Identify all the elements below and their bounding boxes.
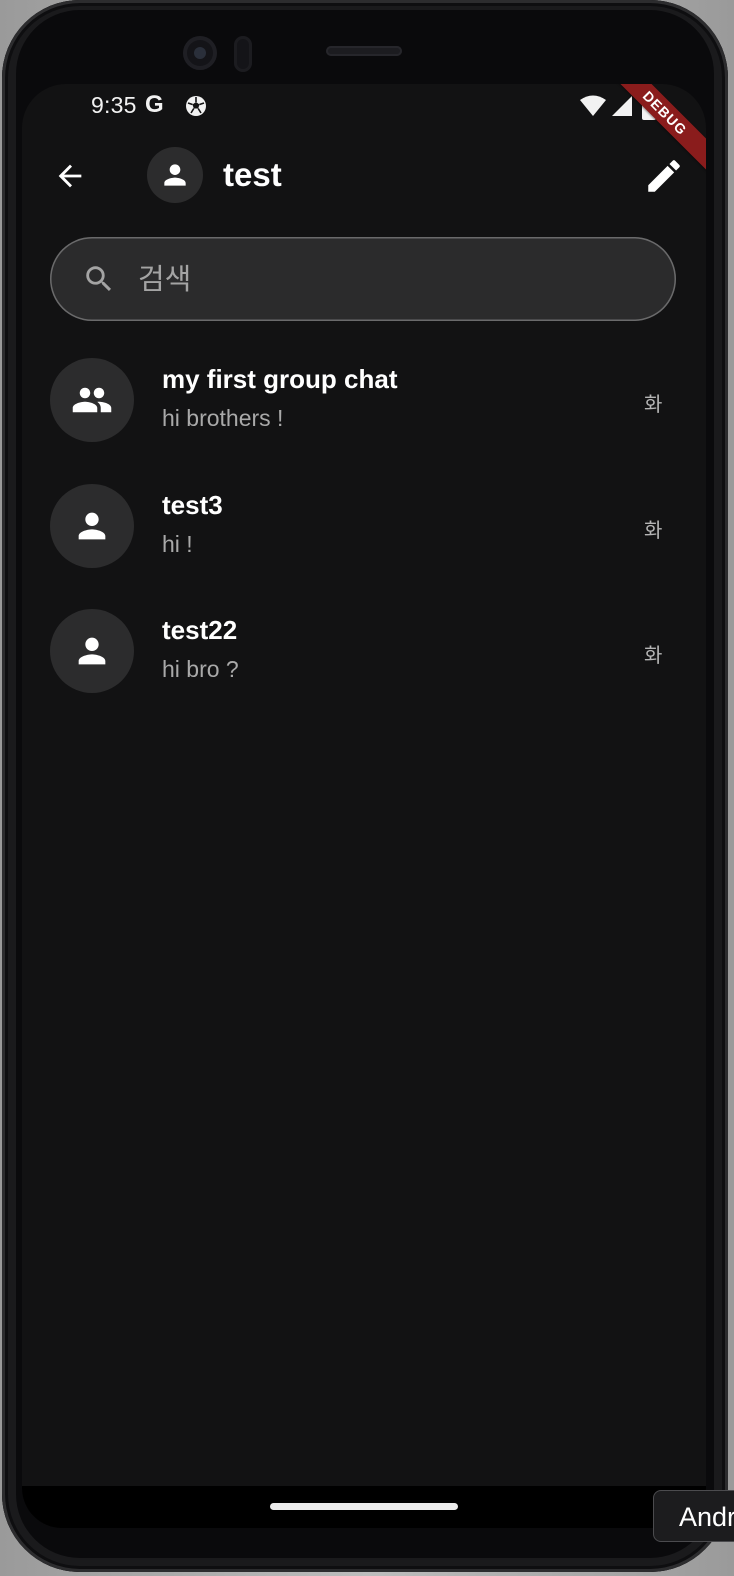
edit-button[interactable] [640, 152, 688, 200]
status-bar: 9:35 G DEBUG [22, 84, 706, 174]
signal-icon [612, 96, 632, 116]
chat-name: test22 [162, 615, 238, 645]
android-side-tab[interactable]: Android [653, 1490, 734, 1542]
search-bar[interactable] [50, 237, 676, 321]
chat-avatar [50, 609, 134, 693]
chat-last-message: hi bro ? [162, 656, 239, 682]
page-title: test [223, 156, 282, 193]
google-icon: G [145, 91, 164, 118]
chat-avatar [50, 483, 134, 568]
status-time: 9:35 [91, 92, 137, 118]
back-button[interactable] [48, 154, 92, 198]
chat-time: 화 [644, 517, 663, 542]
chat-name: my first group chat [162, 364, 398, 394]
earpiece-speaker [326, 46, 402, 56]
chat-avatar [50, 358, 134, 442]
back-arrow-icon [58, 164, 82, 188]
chat-list: my first group chat hi brothers ! 화 test… [22, 352, 706, 729]
search-icon [86, 266, 112, 292]
profile-avatar[interactable] [147, 147, 203, 203]
group-icon [72, 387, 112, 413]
soccer-ball-icon [186, 96, 206, 116]
wifi-icon [580, 95, 606, 116]
front-camera-icon [183, 36, 217, 70]
chat-list-item[interactable]: test3 hi ! 화 [22, 478, 706, 604]
proximity-sensor [234, 36, 252, 72]
person-icon [164, 164, 186, 186]
device-frame-background: 9:35 G DEBUG test 검색 my first group chat… [0, 0, 734, 1576]
home-indicator[interactable] [270, 1503, 458, 1510]
navigation-bar [22, 1486, 706, 1528]
chat-time: 화 [644, 643, 663, 667]
edit-pencil-icon [648, 160, 680, 192]
person-icon [78, 512, 106, 539]
chat-last-message: hi ! [162, 530, 193, 557]
chat-list-item[interactable]: my first group chat hi brothers ! 화 [22, 352, 706, 478]
chat-list-item[interactable]: test22 hi bro ? 화 [22, 603, 706, 729]
app-bar: test [22, 126, 706, 226]
chat-last-message: hi brothers ! [162, 405, 284, 431]
chat-time: 화 [644, 392, 663, 416]
chat-name: test3 [162, 489, 223, 520]
person-icon [78, 637, 106, 665]
search-input[interactable] [134, 237, 662, 321]
app-screen: 9:35 G DEBUG test 검색 my first group chat… [22, 84, 706, 1528]
